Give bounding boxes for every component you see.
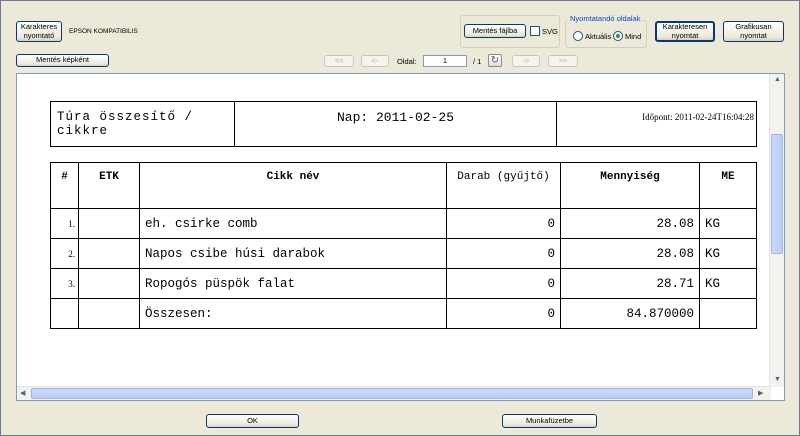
graphic-print-button[interactable]: Grafikusan nyomtat — [723, 21, 784, 42]
prev-page-button[interactable]: <- — [361, 55, 389, 67]
last-page-button[interactable]: >> — [548, 55, 578, 67]
table-header-row: # ETK Cikk név Darab (gyűjtő) Mennyiség … — [50, 162, 757, 209]
report-day: Nap: 2011-02-25 — [234, 101, 557, 147]
row-num: 1. — [50, 208, 79, 239]
page-label: Oldal: — [397, 57, 417, 66]
char-printer-button[interactable]: Karakteres nyomtató — [16, 21, 62, 42]
svg-label: SVG — [542, 27, 558, 36]
report-timestamp: Időpont: 2011-02-24T16:04:28 — [556, 101, 757, 147]
row-unit: KG — [699, 268, 757, 299]
row-name: eh. csirke comb — [139, 208, 447, 239]
scroll-down-icon[interactable]: ▼ — [774, 376, 781, 383]
char-print-button[interactable]: Karakteresen nyomtat — [655, 21, 715, 42]
pages-group-title: Nyomtatandó oldalak — [568, 14, 643, 23]
svg-checkbox[interactable] — [530, 26, 540, 36]
radio-all-label: Mind — [625, 32, 642, 41]
scroll-right-icon[interactable]: ▶ — [758, 389, 763, 397]
row-name: Napos csibe húsi darabok — [139, 238, 447, 269]
radio-all[interactable] — [613, 31, 623, 41]
table-row[interactable]: 2. Napos csibe húsi darabok 0 28.08 KG — [50, 238, 757, 269]
row-count: 0 — [446, 208, 561, 239]
col-unit: ME — [699, 162, 757, 209]
workbook-button[interactable]: Munkafüzetbe — [502, 414, 597, 428]
next-page-button[interactable]: -> — [512, 55, 540, 67]
col-name: Cikk név — [139, 162, 447, 209]
vertical-scrollbar[interactable]: ▲ ▼ — [769, 74, 784, 387]
horizontal-scrollbar[interactable]: ◀ ▶ — [17, 386, 771, 400]
save-file-button[interactable]: Mentés fájlba — [464, 24, 526, 38]
horizontal-scroll-thumb[interactable] — [31, 388, 753, 399]
total-count: 0 — [446, 298, 561, 329]
table-row[interactable]: 3. Ropogós püspök falat 0 28.71 KG — [50, 268, 757, 299]
row-name: Ropogós püspök falat — [139, 268, 447, 299]
row-qty: 28.71 — [560, 268, 700, 299]
total-unit — [699, 298, 757, 329]
row-unit: KG — [699, 208, 757, 239]
report-header: Túra összesítő / cikkre Nap: 2011-02-25 … — [50, 101, 757, 147]
col-num: # — [50, 162, 79, 209]
report-title: Túra összesítő / cikkre — [50, 101, 235, 147]
refresh-icon[interactable]: ↻ — [488, 54, 502, 67]
row-num: 3. — [50, 268, 79, 299]
row-etk — [78, 268, 140, 299]
total-num — [50, 298, 79, 329]
row-unit: KG — [699, 238, 757, 269]
row-qty: 28.08 — [560, 208, 700, 239]
row-count: 0 — [446, 238, 561, 269]
vertical-scroll-thumb[interactable] — [771, 134, 783, 254]
row-qty: 28.08 — [560, 238, 700, 269]
first-page-button[interactable]: << — [324, 55, 354, 67]
scroll-up-icon[interactable]: ▲ — [774, 76, 781, 83]
table-row[interactable]: 1. eh. csirke comb 0 28.08 KG — [50, 208, 757, 239]
col-qty: Mennyiség — [560, 162, 700, 209]
total-label: Összesen: — [139, 298, 447, 329]
col-count: Darab (gyűjtő) — [446, 162, 561, 209]
row-etk — [78, 238, 140, 269]
items-table: # ETK Cikk név Darab (gyűjtő) Mennyiség … — [50, 162, 757, 329]
col-etk: ETK — [78, 162, 140, 209]
radio-current-label: Aktuális — [585, 32, 612, 41]
total-qty: 84.870000 — [560, 298, 700, 329]
scroll-left-icon[interactable]: ◀ — [20, 389, 25, 397]
row-etk — [78, 208, 140, 239]
print-preview-window: Karakteres nyomtató EPSON KOMPATIBILIS M… — [0, 0, 800, 436]
row-count: 0 — [446, 268, 561, 299]
page-input[interactable]: 1 — [423, 55, 467, 67]
ok-button[interactable]: OK — [206, 414, 299, 428]
page-total: / 1 — [473, 57, 482, 66]
printer-name: EPSON KOMPATIBILIS — [69, 28, 138, 35]
total-etk — [78, 298, 140, 329]
save-image-button[interactable]: Mentés képként — [16, 54, 109, 67]
total-row: Összesen: 0 84.870000 — [50, 298, 757, 329]
row-num: 2. — [50, 238, 79, 269]
radio-current[interactable] — [573, 31, 583, 41]
report-viewer[interactable]: Túra összesítő / cikkre Nap: 2011-02-25 … — [16, 73, 785, 401]
